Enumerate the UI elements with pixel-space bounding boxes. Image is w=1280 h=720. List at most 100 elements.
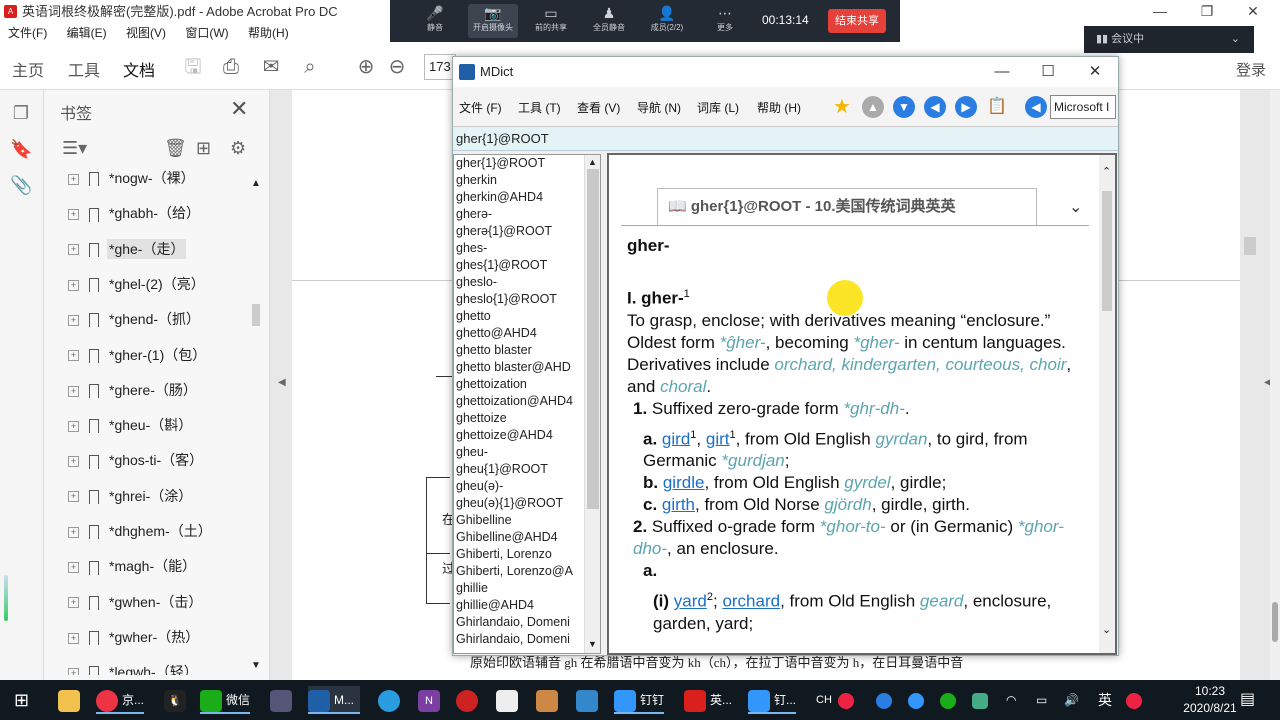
word-list-item[interactable]: gheslo{1}@ROOT — [454, 291, 600, 308]
mail-icon[interactable]: ✉ — [258, 54, 284, 80]
sogou-icon[interactable] — [838, 686, 858, 714]
word-list-item[interactable]: gher{1}@ROOT — [454, 155, 600, 172]
word-list-scroll-thumb[interactable] — [587, 169, 599, 509]
system-clock[interactable]: 10:23 2020/8/21 — [1180, 683, 1240, 717]
word-list-item[interactable]: ghes- — [454, 240, 600, 257]
bookmark-item[interactable]: + *ghere-（肠） — [68, 375, 248, 405]
expand-icon[interactable]: + — [68, 456, 79, 468]
word-list-item[interactable]: gheslo- — [454, 274, 600, 291]
app-icon[interactable] — [496, 686, 522, 714]
tab-tools[interactable]: 工具 — [68, 57, 100, 81]
login-link[interactable]: 登录 — [1236, 59, 1266, 80]
delete-icon[interactable]: 🗑 — [164, 138, 187, 159]
mdict-menu-help[interactable]: 帮助 (H) — [757, 99, 801, 116]
down-icon[interactable]: ▼ — [893, 96, 915, 118]
word-list-item[interactable]: Ghirlandaio, Domeni — [454, 631, 600, 648]
bookmark-panel-icon[interactable]: 🔖 — [10, 138, 32, 160]
expand-icon[interactable]: + — [68, 209, 79, 221]
restore-icon[interactable]: ❐ — [1184, 0, 1230, 23]
document-scrollbar[interactable] — [1270, 90, 1280, 680]
bookmark-item[interactable]: + *gwher-（热） — [68, 622, 248, 652]
bookmark-item[interactable]: + *dhghem-（土） — [68, 516, 248, 546]
link-girth[interactable]: girth — [662, 495, 695, 514]
prev-page-icon[interactable]: ⊕ — [353, 54, 379, 80]
tray-wechat-icon[interactable] — [940, 686, 960, 714]
mdict-menu-nav[interactable]: 导航 (N) — [637, 99, 681, 116]
entry-header-tab[interactable]: 📖 gher{1}@ROOT - 10.美国传统词典英英 — [657, 188, 1037, 226]
bookmark-item[interactable]: + *gwhen-（击） — [68, 587, 248, 617]
word-list-item[interactable]: ghillie@AHD4 — [454, 597, 600, 614]
attachment-icon[interactable]: 📎 — [10, 174, 32, 196]
word-list-scrollbar[interactable]: ▲ ▼ — [584, 155, 600, 653]
scroll-down-icon[interactable]: ▼ — [588, 639, 597, 649]
mute-all-button[interactable]: ♟ 全员静音 — [584, 4, 634, 38]
expand-icon[interactable]: + — [68, 491, 79, 503]
ime-ch-icon[interactable]: CH — [816, 686, 832, 714]
onenote-icon[interactable]: N — [418, 686, 444, 714]
windows-start-icon[interactable]: ⊞ — [14, 686, 29, 714]
word-list-item[interactable]: gherə{1}@ROOT — [454, 223, 600, 240]
new-bookmark-icon[interactable]: ⊞ — [196, 138, 211, 159]
file-explorer-icon[interactable] — [58, 686, 84, 714]
tab-document[interactable]: 文档 — [123, 57, 155, 81]
calculator-icon[interactable] — [270, 686, 296, 714]
word-list-item[interactable]: ghillie — [454, 580, 600, 597]
word-list-item[interactable]: ghettoization — [454, 376, 600, 393]
pages-icon[interactable]: ❐ — [10, 102, 32, 124]
tray-app-icon[interactable] — [908, 686, 928, 714]
scroll-up-icon[interactable]: ▲ — [251, 178, 261, 189]
favorite-star-icon[interactable]: ★ — [831, 96, 853, 118]
close-icon[interactable]: ✕ — [1072, 57, 1118, 87]
close-icon[interactable]: ✕ — [1230, 0, 1276, 23]
word-list-item[interactable]: Ghibelline@AHD4 — [454, 529, 600, 546]
chevron-down-icon[interactable]: ⌄ — [1069, 197, 1082, 217]
taskbar-browser[interactable]: 京... — [96, 686, 145, 714]
notification-icon[interactable]: ▤ — [1240, 686, 1255, 714]
taskbar-wechat[interactable]: 微信 — [200, 686, 251, 714]
word-list-item[interactable]: ghettoization@AHD4 — [454, 393, 600, 410]
bookmark-item[interactable]: + *ghe-（走） — [68, 234, 248, 264]
scroll-up-icon[interactable]: ⌃ — [1102, 165, 1111, 178]
sogou-tray-icon[interactable] — [1126, 686, 1146, 714]
bookmark-settings-icon[interactable]: ⚙ — [230, 138, 246, 159]
bookmark-item[interactable]: + *nogw-（裸） — [68, 170, 248, 193]
word-list-item[interactable]: Ghibelline — [454, 512, 600, 529]
expand-icon[interactable]: + — [68, 350, 79, 362]
word-list-item[interactable]: gheu{1}@ROOT — [454, 461, 600, 478]
taskbar-acrobat[interactable]: 英... — [684, 686, 732, 714]
bookmark-item[interactable]: + *ghabh-（给） — [68, 198, 248, 228]
ime-language[interactable]: 英 — [1098, 686, 1112, 714]
share-button[interactable]: ▭ 前的共享 — [526, 4, 576, 38]
expand-icon[interactable]: + — [68, 279, 79, 291]
print-icon[interactable]: ⎙ — [218, 54, 244, 80]
bookmark-item[interactable]: + *gheu-（斟） — [68, 410, 248, 440]
taskbar-mdict[interactable]: M... — [308, 686, 360, 714]
menu-window[interactable]: 窗口(W) — [177, 23, 236, 44]
menu-file[interactable]: 文件(F) — [0, 23, 55, 44]
entry-scroll-thumb[interactable] — [1102, 191, 1112, 311]
bookmark-item[interactable]: + *ghel-(2)（亮） — [68, 269, 248, 299]
back-icon[interactable]: ◀ — [924, 96, 946, 118]
bookmark-item[interactable]: + *ghrei-（涂） — [68, 481, 248, 511]
close-icon[interactable]: ✕ — [230, 96, 248, 122]
qq-icon[interactable]: 🐧 — [164, 686, 190, 714]
collapse-panel-icon[interactable]: ◀ — [278, 377, 286, 388]
word-list-item[interactable]: gheu(ə){1}@ROOT — [454, 495, 600, 512]
minimize-icon[interactable]: — — [1137, 0, 1183, 23]
bookmark-item[interactable]: + *ghos-ti-（客） — [68, 445, 248, 475]
word-list-item[interactable]: ghettoize — [454, 410, 600, 427]
word-list-item[interactable]: ghetto blaster — [454, 342, 600, 359]
app-icon[interactable] — [576, 686, 602, 714]
taskbar-dingtalk[interactable]: 钉钉 — [614, 686, 665, 714]
link-yard[interactable]: yard — [674, 592, 707, 611]
mdict-menu-tools[interactable]: 工具 (T) — [518, 99, 561, 116]
scroll-down-icon[interactable]: ▼ — [251, 660, 261, 671]
more-button[interactable]: ⋯ 更多 — [700, 4, 750, 38]
menu-edit[interactable]: 编辑(E) — [59, 23, 115, 44]
tray-app-icon[interactable] — [972, 686, 992, 714]
word-list-item[interactable]: ghettoize@AHD4 — [454, 427, 600, 444]
expand-icon[interactable]: + — [68, 385, 79, 397]
word-list-item[interactable]: Ghiberti, Lorenzo — [454, 546, 600, 563]
bookmark-item[interactable]: + *gher-(1)（包） — [68, 340, 248, 370]
word-list-item[interactable]: ghetto blaster@AHD — [454, 359, 600, 376]
